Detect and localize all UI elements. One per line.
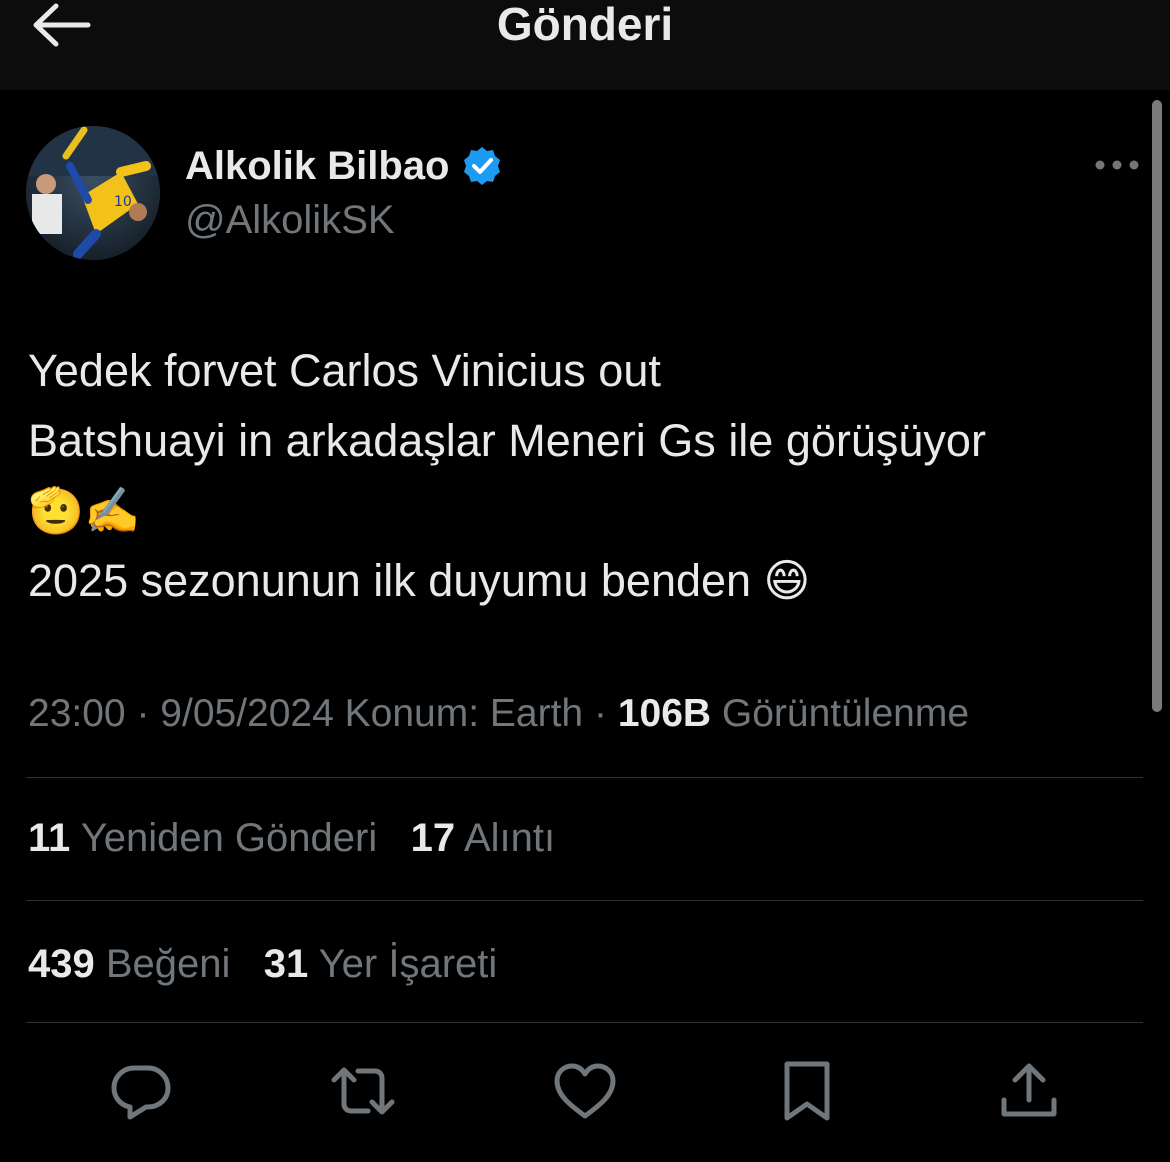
- scrollbar[interactable]: [1152, 100, 1162, 712]
- repost-icon: [331, 1067, 395, 1115]
- like-button[interactable]: [550, 1056, 620, 1126]
- likes-count: 439: [28, 942, 95, 986]
- tweet-line: Batshuayi in arkadaşlar Meneri Gs ile gö…: [28, 415, 986, 466]
- more-options-button[interactable]: [1094, 150, 1140, 180]
- like-stats-row: 439 Beğeni 31 Yer İşareti: [28, 938, 497, 990]
- views-label: Görüntülenme: [721, 692, 970, 735]
- author-handle[interactable]: @AlkolikSK: [185, 194, 395, 246]
- tweet-location: Konum: Earth: [344, 692, 584, 735]
- bookmarks-count: 31: [263, 942, 309, 986]
- tweet-time[interactable]: 23:00: [28, 692, 126, 735]
- tweet-line: 🫡✍️: [28, 485, 141, 536]
- heart-icon: [554, 1063, 616, 1119]
- author-display-name[interactable]: Alkolik Bilbao: [185, 140, 450, 192]
- more-horizontal-icon: [1095, 160, 1139, 170]
- likes-link[interactable]: 439 Beğeni: [28, 942, 230, 986]
- quotes-count: 17: [410, 816, 456, 860]
- verified-badge-icon: [463, 147, 500, 185]
- tweet-text: Yedek forvet Carlos Vinicius out Batshua…: [28, 336, 1138, 616]
- repost-stats-row: 11 Yeniden Gönderi 17 Alıntı: [28, 812, 555, 864]
- views-count: 106B: [617, 692, 712, 735]
- views-link[interactable]: 106B Görüntülenme: [618, 692, 969, 735]
- reply-icon: [111, 1065, 171, 1120]
- reply-button[interactable]: [106, 1056, 176, 1126]
- bookmarks-label: Yer İşareti: [318, 942, 498, 986]
- likes-label: Beğeni: [105, 942, 231, 986]
- quotes-link[interactable]: 17 Alıntı: [411, 816, 556, 860]
- share-icon: [1001, 1063, 1057, 1117]
- avatar[interactable]: 10: [26, 126, 160, 260]
- share-button[interactable]: [994, 1056, 1064, 1126]
- tweet-line: 2025 sezonunun ilk duyumu benden 😄: [28, 555, 811, 606]
- bookmarks-link[interactable]: 31 Yer İşareti: [264, 942, 498, 986]
- svg-text:10: 10: [114, 194, 132, 210]
- tweet-line: Yedek forvet Carlos Vinicius out: [28, 345, 661, 396]
- page-title: Gönderi: [496, 0, 674, 50]
- divider: [26, 1022, 1143, 1023]
- meta-separator: ·: [136, 692, 150, 735]
- divider: [26, 777, 1143, 778]
- tweet-date[interactable]: 9/05/2024: [160, 692, 334, 735]
- tweet-meta: 23:00 · 9/05/2024 Konum: Earth · 106B Gö…: [28, 688, 969, 740]
- quotes-label: Alıntı: [463, 816, 556, 860]
- reposts-label: Yeniden Gönderi: [80, 816, 378, 860]
- reposts-link[interactable]: 11 Yeniden Gönderi: [28, 816, 377, 860]
- repost-button[interactable]: [328, 1056, 398, 1126]
- avatar-image: 10: [26, 126, 160, 260]
- bookmark-icon: [784, 1061, 830, 1121]
- bookmark-button[interactable]: [772, 1056, 842, 1126]
- meta-separator: ·: [593, 692, 607, 735]
- reposts-count: 11: [28, 816, 71, 860]
- author-name-row[interactable]: Alkolik Bilbao: [185, 140, 502, 192]
- top-bar: Gönderi: [0, 0, 1170, 90]
- divider: [26, 900, 1143, 901]
